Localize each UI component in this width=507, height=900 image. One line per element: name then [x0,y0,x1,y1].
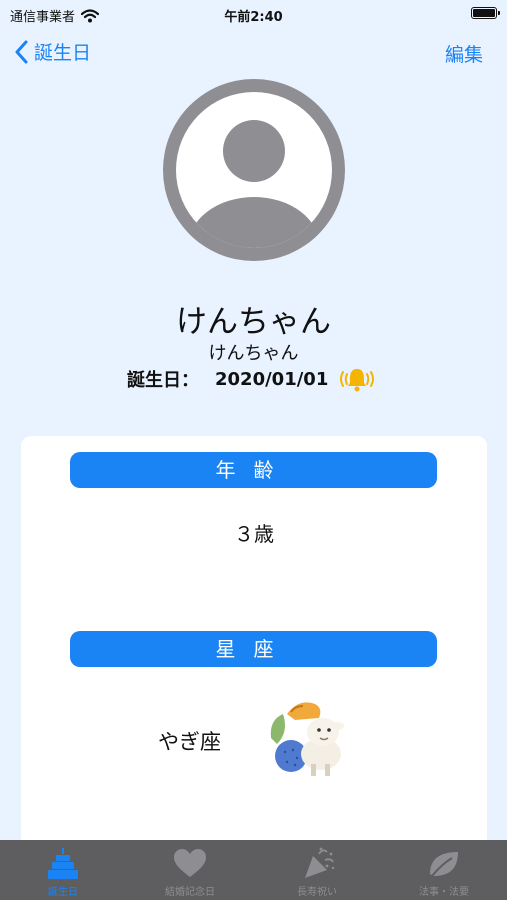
party-popper-icon [305,847,335,878]
tab-label: 法事・法要 [419,887,469,898]
profile-furigana: けんちゃん [208,343,299,364]
status-time: 午前2:40 [224,10,283,25]
bell-icon[interactable] [336,366,378,392]
tab-longevity-celebration[interactable]: 長寿祝い [254,840,380,900]
birthday-value: 2020/01/01 [215,368,329,390]
cake-icon [48,848,78,879]
age-value: ３歳 [234,522,274,546]
back-button[interactable]: 誕生日 [14,38,91,65]
tab-birthday[interactable]: 誕生日 [0,840,126,900]
zodiac-name: やぎ座 [158,730,221,754]
status-bar: 通信事業者 午前2:40 [0,0,507,28]
edit-button[interactable]: 編集 [445,40,483,67]
tab-wedding-anniversary[interactable]: 結婚記念日 [127,840,253,900]
profile-name: けんちゃん [176,304,331,340]
tab-label: 長寿祝い [297,887,337,898]
avatar [163,79,345,261]
info-card: 年齢 ３歳 星座 やぎ座 [21,436,487,856]
zodiac-section-header: 星座 [70,631,437,667]
birthday-row: 誕生日： 2020/01/01 [127,366,378,392]
leaf-icon [430,852,458,877]
tab-label: 誕生日 [48,887,78,898]
navigation-bar: 誕生日 編集 [0,36,507,70]
back-button-label: 誕生日 [34,42,92,64]
battery-icon [471,7,500,19]
tab-memorial-service[interactable]: 法事・法要 [381,840,507,900]
tab-bar: 誕生日 結婚記念日 長寿祝い 法事・法要 [0,840,507,900]
heart-icon [174,849,206,877]
capricorn-goat-icon [270,702,344,776]
birthday-label: 誕生日： [127,370,199,391]
tab-label: 結婚記念日 [165,887,215,898]
age-section-header: 年齢 [70,452,437,488]
chevron-left-icon [15,40,28,63]
